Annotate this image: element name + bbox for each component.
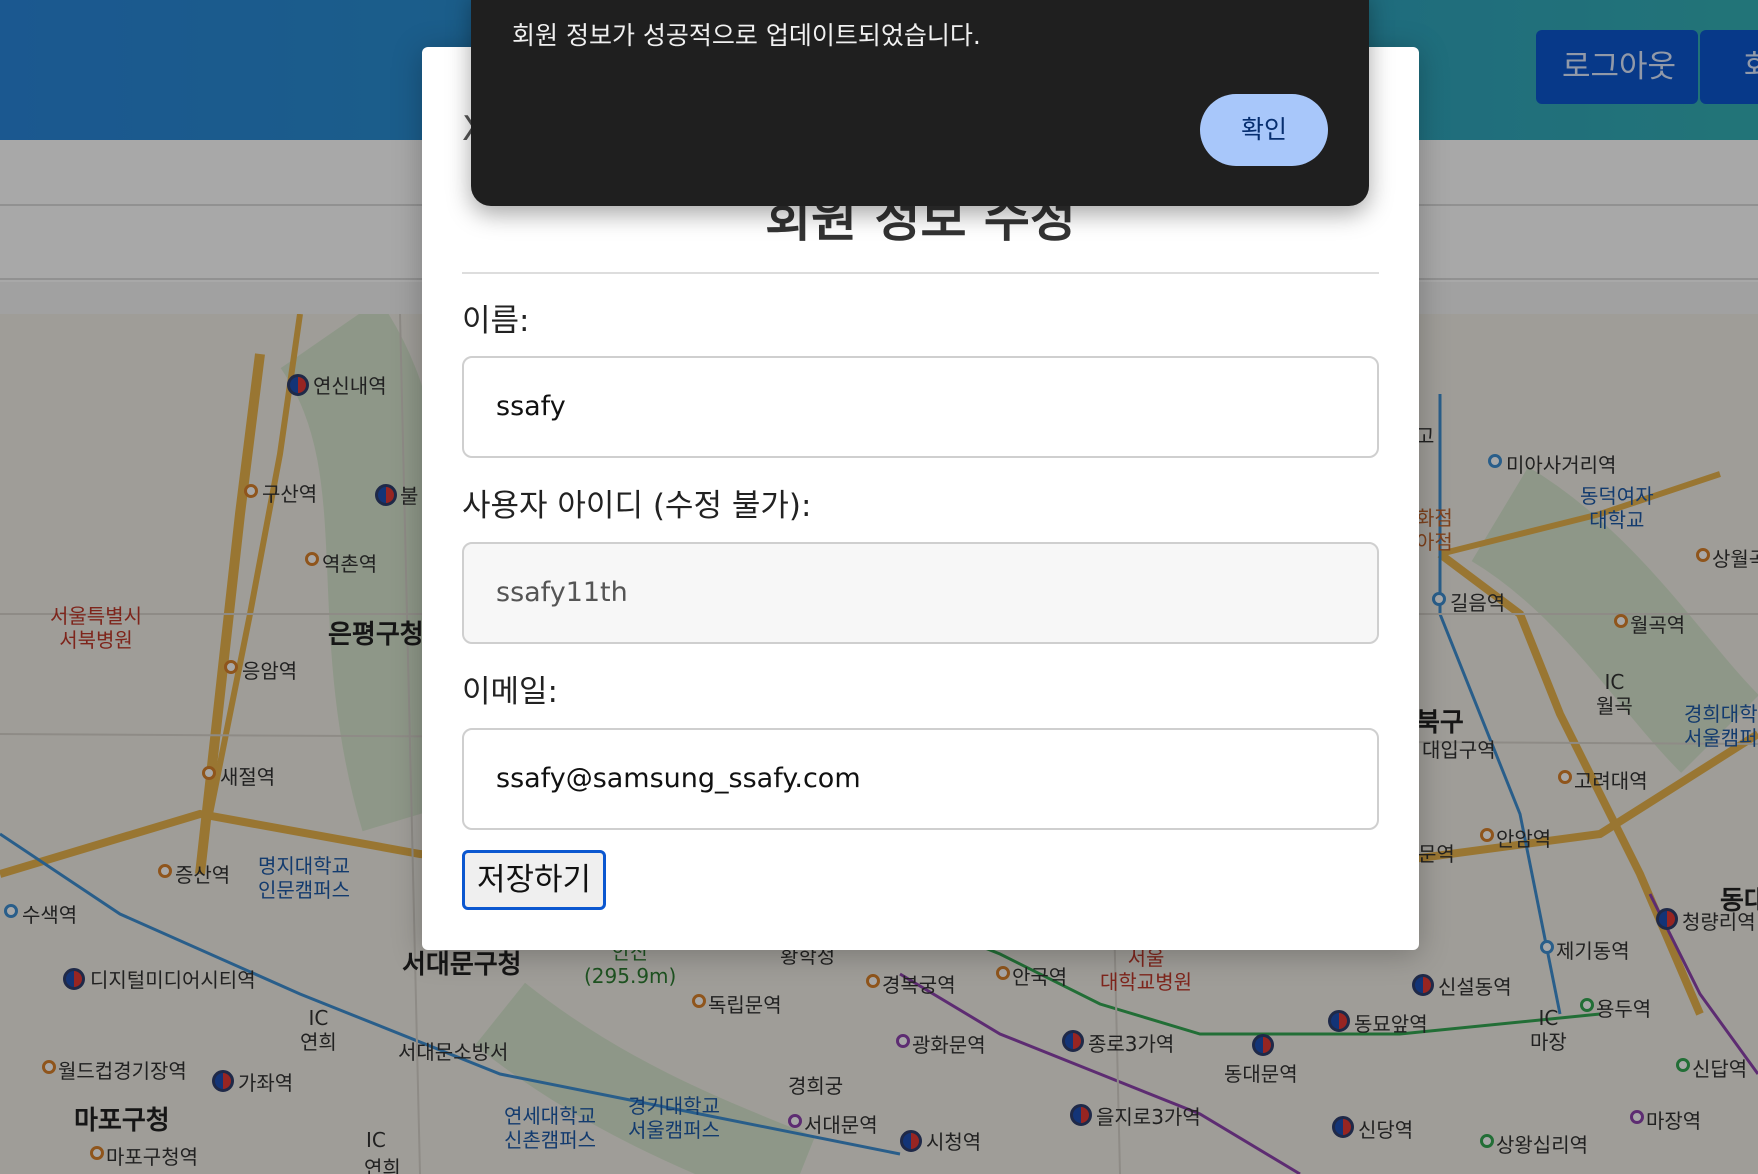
alert-dialog: 회원 정보가 성공적으로 업데이트되었습니다. 확인 [471, 0, 1369, 206]
userid-label: 사용자 아이디 (수정 불가): [462, 488, 812, 524]
userid-input: ssafy11th [462, 542, 1379, 644]
save-button[interactable]: 저장하기 [462, 850, 606, 910]
alert-message: 회원 정보가 성공적으로 업데이트되었습니다. [512, 21, 981, 50]
email-label: 이메일: [462, 674, 559, 710]
name-label: 이름: [462, 303, 530, 339]
name-input[interactable]: ssafy [462, 356, 1379, 458]
email-input[interactable]: ssafy@samsung_ssafy.com [462, 728, 1379, 830]
divider [462, 272, 1379, 274]
alert-ok-button[interactable]: 확인 [1200, 94, 1328, 166]
